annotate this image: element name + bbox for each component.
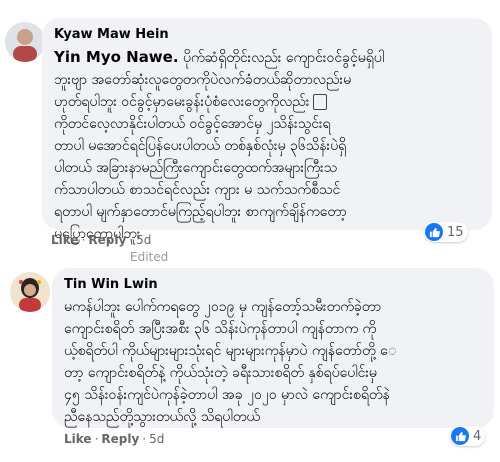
comment-text: မကန်ပါဘူး ပေါက်ကရတွေ ၂၀၁၉ မှ ကျန်တော့်သမ… (64, 296, 482, 428)
comment-actions: Like · Reply · 5d (51, 233, 152, 247)
comment-line: ကိုတင်လေ့လာနိုင်းပါတယ် ဝင်ခွင့်အောင်မှ ၂… (54, 116, 331, 132)
reaction-summary[interactable]: 15 (424, 222, 468, 242)
comment-line: တာပါ မအောင်ရင်ပြန်ပေးပါတယ် တစ်နှစ်လုံးမှ… (54, 138, 347, 154)
comment-line: ဟုတ်ရပါဘူး ဝင်ခွင့်မှာမေးခွန်းပုံစံလေးတွ… (54, 94, 310, 110)
reaction-summary[interactable]: 4 (450, 426, 486, 446)
comment-line: က်သာပါတယ် စာသင်ရင်လည်း ကျား မ သက်သက်စီသင… (54, 182, 341, 198)
reaction-count: 4 (473, 428, 482, 444)
avatar[interactable] (5, 22, 45, 62)
attachment-icon (313, 94, 328, 110)
comment-line: တာ့ ကျောင်းစရိတ်နဲ့ ကိုယ်သုံးတဲ့ ခရီးသား… (64, 365, 377, 381)
comment-line: ယ့်စရိတ်ပါ ကိုယ်များများသုံးရင် များများ… (64, 343, 397, 359)
reply-link[interactable]: Reply (101, 432, 139, 446)
reaction-count: 15 (447, 224, 464, 240)
comment-bubble: Kyaw Maw Hein Yin Myo Nawe. ပိုက်ဆံရှိတိ… (42, 18, 492, 242)
like-link[interactable]: Like (51, 233, 79, 247)
comment-text: Yin Myo Nawe. ပိုက်ဆံရှိတိုင်းလည်း ကျောင… (54, 46, 480, 245)
comment-actions: Like · Reply · 5d (64, 432, 165, 446)
avatar[interactable] (10, 272, 50, 312)
comment-line: ၄၅ သိန်းဝန်းကျင်ပဲကုန်ခဲ့တာပါ အခု ၂၀၂၀ မ… (64, 387, 390, 403)
comment-line: ပိုက်ဆံရှိတိုင်းလည်း ကျောင်းဝင်ခွင့်မရှိ… (183, 50, 385, 66)
comment-line: ပါတယ် အခြားနာမည်ကြီးကျောင်းတွေထက်အများကြ… (54, 160, 338, 176)
timestamp[interactable]: 5d (136, 233, 151, 247)
mention-link[interactable]: Yin Myo Nawe. (54, 48, 179, 66)
edited-label: Edited (130, 250, 169, 264)
like-reaction-icon (451, 427, 469, 445)
timestamp[interactable]: 5d (149, 432, 164, 446)
comment-author[interactable]: Kyaw Maw Hein (54, 26, 480, 44)
comment-line: ရတာပါ မျက်နှာတောင်မကြည့်ရပါဘူး စာကျက်ချိ… (54, 204, 347, 220)
comment-line: မကန်ပါဘူး ပေါက်ကရတွေ ၂၀၁၉ မှ ကျန်တော့်သမ… (64, 299, 382, 315)
comment-author[interactable]: Tin Win Lwin (64, 276, 482, 294)
comment-line: ဘူးဗျာ အတော်ဆုံးလူတွေတကိုပဲလက်ခံတယ်ဆိုတာ… (54, 72, 352, 88)
comment-line: ညီနေသည်တို့သွားတယ်လို့ သိရပါတယ် (64, 409, 260, 425)
like-link[interactable]: Like (64, 432, 92, 446)
reply-link[interactable]: Reply (88, 233, 126, 247)
comment-line: ကျောင်းစရိတ် အပြီးအစီး ၃၆ သိန်းပဲကုန်တာပ… (64, 321, 377, 337)
comment-bubble: Tin Win Lwin မကန်ပါဘူး ပေါက်ကရတွေ ၂၀၁၉ မ… (52, 268, 494, 428)
like-reaction-icon (425, 223, 443, 241)
